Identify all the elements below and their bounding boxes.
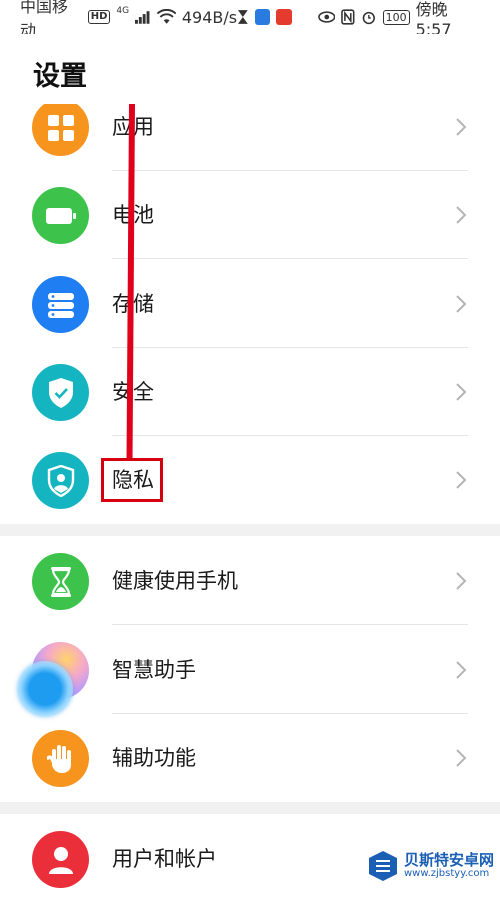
app-notification-icon [276,9,293,25]
hourglass-icon [32,553,89,610]
chevron-right-icon [456,295,467,313]
chevron-right-icon [456,206,467,224]
storage-icon [32,276,89,333]
section-gap [0,802,500,814]
network-type-label: 4G [116,6,130,16]
hand-icon [32,730,89,787]
eye-comfort-icon [317,11,336,23]
divider [112,258,468,259]
watermark-logo-icon [368,851,397,881]
clock: 傍晚5:57 [415,0,452,39]
settings-item-label: 智慧助手 [112,658,196,682]
user-icon [32,831,89,888]
privacy-shield-icon [32,452,89,509]
settings-item-digital-balance[interactable]: 健康使用手机 [0,537,500,625]
nfc-icon [341,9,355,25]
section-gap [0,524,500,536]
network-speed: 494B/s [181,7,238,27]
settings-item-security[interactable]: 安全 [0,348,500,436]
hd-badge: HD [87,10,111,24]
app-notification-icon [254,9,271,25]
chevron-right-icon [456,572,467,590]
chevron-right-icon [456,749,467,767]
page-title: 设置 [33,61,87,92]
settings-item-label: 用户和帐户 [112,847,217,871]
settings-item-label: 辅助功能 [112,746,196,770]
alarm-icon [362,11,375,25]
chevron-right-icon [456,118,467,136]
wifi-icon [156,9,176,24]
status-bar: 中国移动 HD 4G 494B/s 100 傍晚5:57 [0,0,500,40]
watermark-url: www.zjbstyy.com [403,867,490,879]
settings-item-smart-assistant[interactable]: 智慧助手 [0,626,500,714]
settings-item-label: 健康使用手机 [112,569,238,593]
hourglass-status-icon [238,10,248,24]
battery-icon [32,187,89,244]
floating-navigation-ball[interactable] [17,661,73,717]
divider [112,624,468,625]
chevron-right-icon [456,471,467,489]
settings-item-battery[interactable]: 电池 [0,171,500,259]
settings-item-accessibility[interactable]: 辅助功能 [0,714,500,802]
security-shield-icon [32,364,89,421]
settings-item-storage[interactable]: 存储 [0,260,500,348]
settings-item-privacy[interactable]: 隐私 [0,436,500,524]
annotation-highlight-box [101,458,163,502]
chevron-right-icon [456,383,467,401]
apps-icon [32,99,89,156]
battery-level: 100 [382,9,410,25]
watermark-name: 贝斯特安卓网 [403,850,494,869]
watermark: 贝斯特安卓网 www.zjbstyy.com [366,849,494,883]
chevron-right-icon [456,661,467,679]
signal-icon [135,11,150,24]
